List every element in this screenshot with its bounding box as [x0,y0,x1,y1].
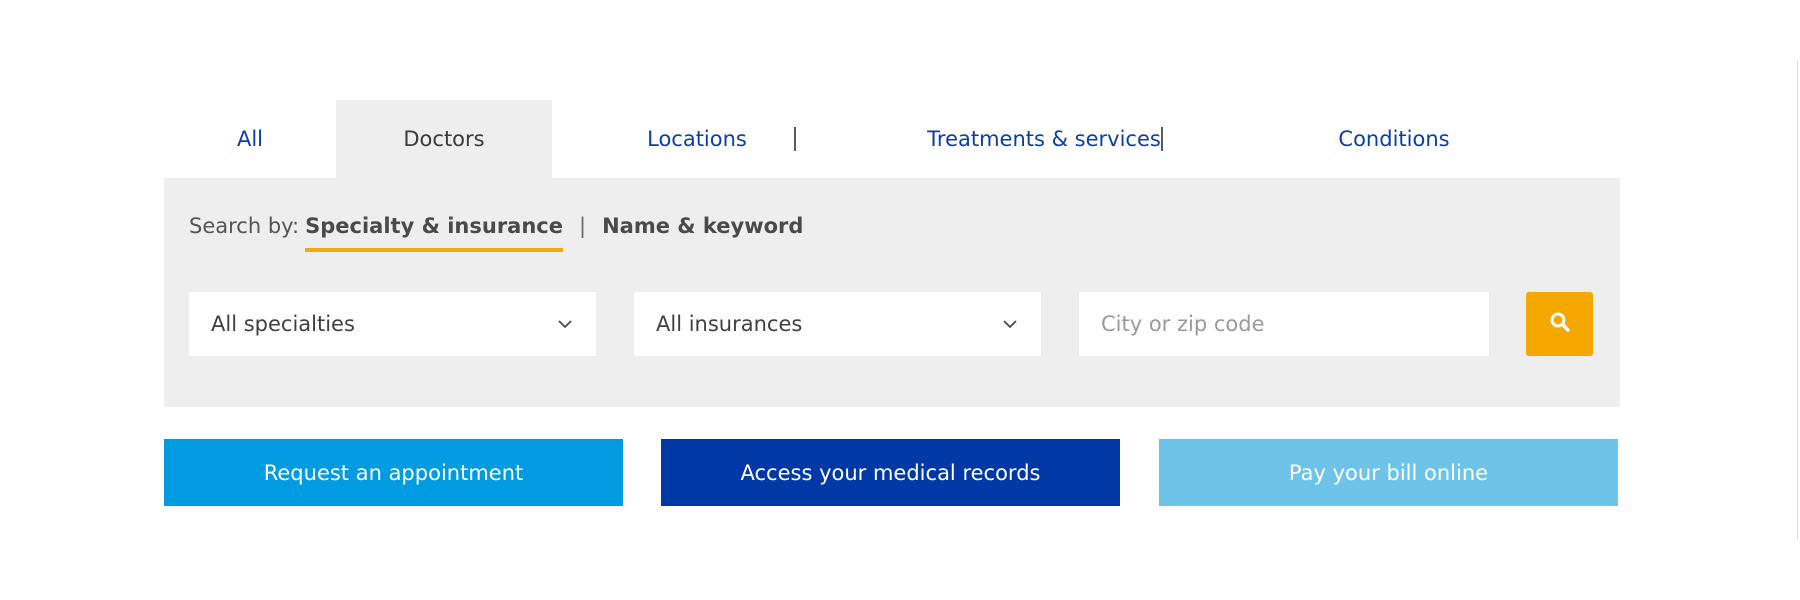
chevron-down-icon [556,315,574,333]
insurance-select[interactable]: All insurances [634,292,1041,356]
tab-doctors[interactable]: Doctors [336,100,552,178]
tab-locations[interactable]: Locations [552,100,842,178]
search-icon [1549,311,1571,337]
search-category-tabs: All Doctors Locations Treatments & servi… [164,100,1620,178]
tab-all[interactable]: All [164,100,336,178]
medical-records-button[interactable]: Access your medical records [661,439,1120,506]
search-by-specialty-insurance[interactable]: Specialty & insurance [305,214,563,252]
city-zip-input[interactable] [1101,312,1467,336]
scrollbar-edge [1797,60,1798,540]
insurance-select-value: All insurances [656,312,803,336]
find-care-widget: All Doctors Locations Treatments & servi… [0,0,1800,600]
tab-treatments-services[interactable]: Treatments & services [884,100,1204,178]
location-field [1079,292,1489,356]
specialty-select[interactable]: All specialties [189,292,596,356]
search-by-toggle: Search by: Specialty & insurance | Name … [189,214,803,252]
search-by-name-keyword[interactable]: Name & keyword [602,214,803,238]
doctor-search-panel: Search by: Specialty & insurance | Name … [164,178,1620,407]
specialty-select-value: All specialties [211,312,355,336]
request-appointment-button[interactable]: Request an appointment [164,439,623,506]
tab-conditions[interactable]: Conditions [1244,100,1544,178]
tab-divider [794,127,796,151]
search-button[interactable] [1526,292,1593,356]
chevron-down-icon [1001,315,1019,333]
search-by-divider: | [579,214,587,238]
pay-bill-button[interactable]: Pay your bill online [1159,439,1618,506]
search-by-label: Search by: [189,214,300,238]
tab-divider [1161,127,1163,151]
